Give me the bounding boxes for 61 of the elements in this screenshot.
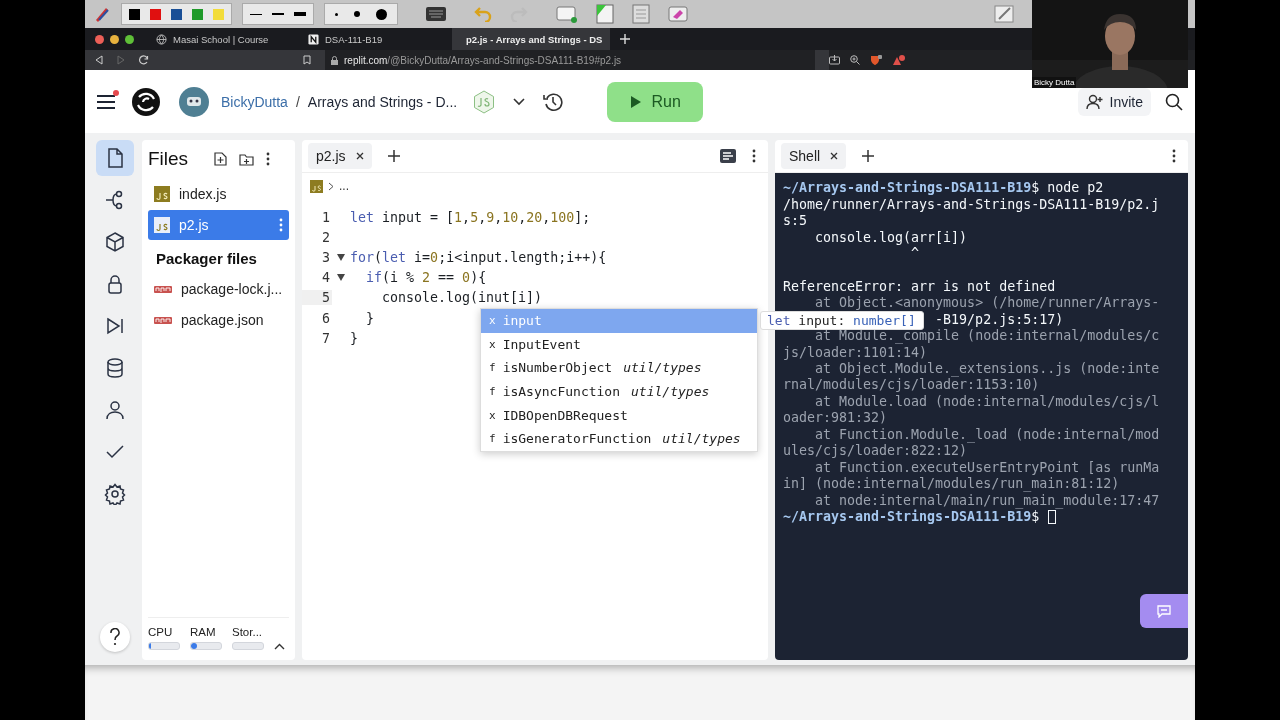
code-line: let input = [1,5,9,10,20,100]; xyxy=(350,209,591,225)
terminal-line: at node:internal/main/run_main_module:17:47 xyxy=(814,492,1160,509)
terminal-line: js/loader:1101:14) xyxy=(783,344,928,361)
line-number: 2 xyxy=(321,229,331,245)
suggestion-item[interactable]: x InputEvent xyxy=(481,332,757,357)
invite-button[interactable]: Invite xyxy=(1077,87,1151,116)
resource-label: Stor... xyxy=(232,626,264,638)
terminal-line: console.log(arr[i]) xyxy=(814,229,968,246)
terminal-line: -B19/p2.js:5:17) xyxy=(935,311,1064,328)
file-tab[interactable]: p2.js xyxy=(308,143,372,169)
terminal-line: s:5 xyxy=(783,213,808,230)
browser-tab[interactable]: p2.js - Arrays and Strings - DS xyxy=(452,28,610,50)
terminal-line: at Module.load (node:internal/modules/cjs/l xyxy=(814,393,1160,410)
line-number: 6 xyxy=(321,310,331,326)
resource-label: RAM xyxy=(190,626,217,638)
suggestion-item[interactable]: f isNumberObject util/types xyxy=(481,356,757,380)
line-number: 5 xyxy=(302,290,332,306)
terminal-line: ules/cjs/loader:822:12) xyxy=(783,443,968,460)
terminal-line: ReferenceError: arr is not defined xyxy=(783,278,1056,295)
code-line: console.log(inut[i]) xyxy=(381,290,543,306)
terminal-line: at Function.executeUserEntryPoint [as runMa xyxy=(814,459,1160,476)
breadcrumb-text[interactable]: ... xyxy=(339,179,349,193)
browser-tab[interactable]: DSA-111-B19 xyxy=(300,28,452,50)
line-number: 4 xyxy=(321,270,331,286)
suggestion-item[interactable]: f isGeneratorFunction util/types xyxy=(481,426,757,451)
file-item[interactable]: index.js xyxy=(148,179,289,209)
code-line: } xyxy=(350,330,358,346)
terminal-line: at Module._compile (node:internal/modules/c xyxy=(814,328,1160,345)
line-number: 1 xyxy=(321,209,331,225)
terminal-line: oader:981:32) xyxy=(783,410,888,427)
terminal-line: ~/Arrays-and-Strings-DSA111-B19$ node p2 xyxy=(783,180,1104,197)
code-line: if(i % 2 == 0){ xyxy=(365,270,487,286)
terminal-line: ~/Arrays-and-Strings-DSA111-B19$ xyxy=(783,508,1040,525)
terminal-line: /home/runner/Arrays-and-Strings-DSA111-B19/p2.j xyxy=(783,196,1160,213)
file-item[interactable]: p2.js xyxy=(148,210,289,240)
owner-link[interactable]: BickyDutta xyxy=(221,93,288,110)
line-number: 7 xyxy=(321,330,331,346)
breadcrumb-separator: / xyxy=(295,93,300,110)
file-item[interactable]: package.json xyxy=(148,305,289,335)
run-button[interactable]: Run xyxy=(607,81,704,122)
participant-name: Bicky Dutta xyxy=(1032,77,1077,88)
terminal-line: ^ xyxy=(910,245,920,262)
terminal-line: at Function.Module._load (node:internal/mod xyxy=(814,426,1160,443)
type-tooltip: let input: number[] xyxy=(760,311,924,330)
browser-tab[interactable]: Masai School | Course xyxy=(148,28,300,50)
file-item[interactable]: package-lock.j... xyxy=(148,274,289,304)
terminal-line: at Object.Module._extensions..js (node:inte xyxy=(814,361,1160,378)
address-field[interactable]: replit.com/@BickyDutta/Arrays-and-Strings-DSA111-B19#p2.js xyxy=(325,50,815,70)
terminal-line: rnal/modules/cjs/loader:1153:10) xyxy=(783,377,1040,394)
code-line: } xyxy=(365,310,375,326)
terminal-line: at Object.<anonymous> (/home/runner/Arrays- xyxy=(814,295,1160,312)
section-title: Packager files xyxy=(155,249,258,269)
resource-label: CPU xyxy=(148,626,174,638)
files-title: Files xyxy=(148,148,189,170)
line-number: 3 xyxy=(321,249,331,265)
terminal-line: in] (node:internal/modules/run_main:81:12) xyxy=(783,476,1120,493)
code-line: for(let i=0;i<input.length;i++){ xyxy=(350,249,607,265)
suggestion-item[interactable]: f isAsyncFunction util/types xyxy=(481,379,757,404)
repl-title[interactable]: Arrays and Strings - D... xyxy=(307,93,458,110)
shell-tab[interactable]: Shell xyxy=(781,143,847,169)
suggestion-item[interactable]: x IDBOpenDBRequest xyxy=(481,403,757,427)
